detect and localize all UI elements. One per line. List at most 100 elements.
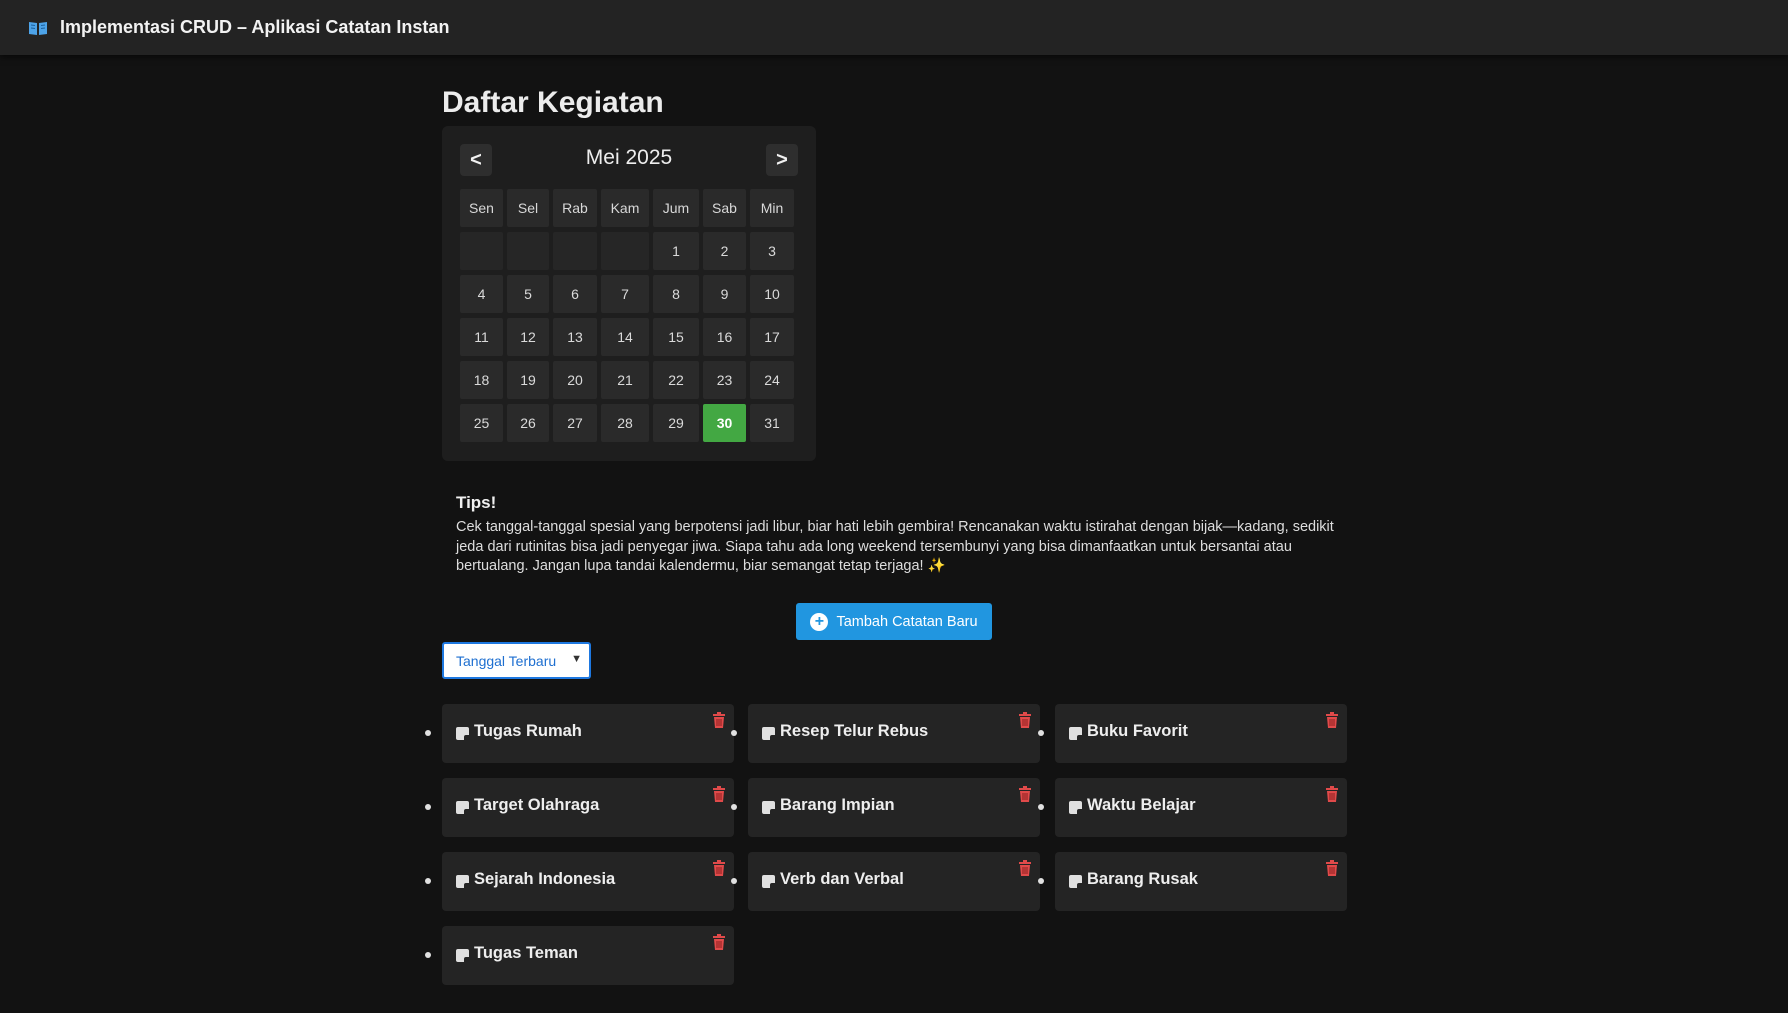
trash-icon[interactable] <box>1325 786 1339 802</box>
calendar-day[interactable]: 23 <box>703 361 746 399</box>
list-bullet <box>1038 804 1044 810</box>
list-bullet <box>1038 878 1044 884</box>
calendar-day[interactable]: 29 <box>653 404 699 442</box>
memo-icon <box>456 801 469 814</box>
note-title: Barang Rusak <box>1087 870 1198 888</box>
calendar-grid: Sen Sel Rab Kam Jum Sab Min 1 2 3 4 5 6 7 8 9 10 11 12 13 14… <box>460 189 794 442</box>
trash-icon[interactable] <box>712 934 726 950</box>
calendar-day[interactable]: 8 <box>653 275 699 313</box>
note-title: Target Olahraga <box>474 796 600 814</box>
calendar-day[interactable]: 22 <box>653 361 699 399</box>
note-title: Tugas Teman <box>474 944 578 962</box>
calendar-day[interactable]: 3 <box>750 232 794 270</box>
calendar-day[interactable]: 28 <box>601 404 649 442</box>
trash-icon[interactable] <box>1018 786 1032 802</box>
calendar-day-today[interactable]: 30 <box>703 404 746 442</box>
calendar-day[interactable]: 14 <box>601 318 649 356</box>
memo-icon <box>762 727 775 740</box>
note-title: Buku Favorit <box>1087 722 1188 740</box>
calendar-day[interactable]: 17 <box>750 318 794 356</box>
trash-icon[interactable] <box>712 712 726 728</box>
tips-title: Tips! <box>456 493 497 512</box>
note-card[interactable]: Tugas Teman <box>425 926 734 985</box>
note-title: Tugas Rumah <box>474 722 582 740</box>
note-card[interactable]: Verb dan Verbal <box>731 852 1040 911</box>
list-bullet <box>425 730 431 736</box>
note-card[interactable]: Resep Telur Rebus <box>731 704 1040 763</box>
calendar-day[interactable]: 15 <box>653 318 699 356</box>
memo-icon <box>456 727 469 740</box>
calendar-day[interactable]: 25 <box>460 404 503 442</box>
add-note-button[interactable]: + Tambah Catatan Baru <box>796 603 992 640</box>
tips-text: Cek tanggal-tanggal spesial yang berpote… <box>456 519 1334 574</box>
trash-icon[interactable] <box>1325 712 1339 728</box>
page-title: Daftar Kegiatan <box>442 86 664 119</box>
tips-box: Tips! Cek tanggal-tanggal spesial yang b… <box>456 493 1336 577</box>
calendar-day[interactable]: 19 <box>507 361 549 399</box>
note-card[interactable]: Barang Rusak <box>1038 852 1347 911</box>
calendar-day[interactable]: 11 <box>460 318 503 356</box>
sort-selected-value: Tanggal Terbaru <box>456 652 557 669</box>
note-card[interactable]: Target Olahraga <box>425 778 734 837</box>
calendar-day[interactable]: 21 <box>601 361 649 399</box>
note-title: Resep Telur Rebus <box>780 722 929 740</box>
calendar-empty-cell <box>553 232 597 270</box>
trash-icon[interactable] <box>712 860 726 876</box>
note-card[interactable]: Barang Impian <box>731 778 1040 837</box>
list-bullet <box>425 804 431 810</box>
list-bullet <box>1038 730 1044 736</box>
memo-icon <box>456 949 469 962</box>
note-card[interactable]: Tugas Rumah <box>425 704 734 763</box>
calendar-day[interactable]: 5 <box>507 275 549 313</box>
weekday-header: Sab <box>703 189 746 227</box>
trash-icon[interactable] <box>712 786 726 802</box>
weekday-header: Sel <box>507 189 549 227</box>
calendar-day[interactable]: 20 <box>553 361 597 399</box>
app-header: Implementasi CRUD – Aplikasi Catatan Ins… <box>0 0 1788 55</box>
note-card[interactable]: Sejarah Indonesia <box>425 852 734 911</box>
calendar-day[interactable]: 4 <box>460 275 503 313</box>
next-month-button[interactable]: > <box>766 144 798 176</box>
calendar-day[interactable]: 10 <box>750 275 794 313</box>
trash-icon[interactable] <box>1018 860 1032 876</box>
note-card[interactable]: Buku Favorit <box>1038 704 1347 763</box>
calendar-day[interactable]: 18 <box>460 361 503 399</box>
sort-select[interactable]: Tanggal Terbaru ▼ <box>442 642 591 679</box>
list-bullet <box>731 730 737 736</box>
calendar-day[interactable]: 16 <box>703 318 746 356</box>
memo-icon <box>762 875 775 888</box>
calendar-day[interactable]: 7 <box>601 275 649 313</box>
calendar-day[interactable]: 6 <box>553 275 597 313</box>
calendar-day[interactable]: 12 <box>507 318 549 356</box>
calendar-day[interactable]: 24 <box>750 361 794 399</box>
weekday-header: Sen <box>460 189 503 227</box>
list-bullet <box>425 878 431 884</box>
note-title: Verb dan Verbal <box>780 870 904 888</box>
calendar-empty-cell <box>460 232 503 270</box>
plus-circle-icon: + <box>810 612 829 631</box>
chevron-down-icon: ▼ <box>571 653 582 665</box>
memo-icon <box>1069 875 1082 888</box>
calendar-day[interactable]: 26 <box>507 404 549 442</box>
calendar-day[interactable]: 13 <box>553 318 597 356</box>
memo-icon <box>762 801 775 814</box>
calendar-day[interactable]: 31 <box>750 404 794 442</box>
list-bullet <box>731 878 737 884</box>
memo-icon <box>456 875 469 888</box>
trash-icon[interactable] <box>1018 712 1032 728</box>
calendar-day[interactable]: 27 <box>553 404 597 442</box>
calendar-empty-cell <box>507 232 549 270</box>
weekday-header: Kam <box>601 189 649 227</box>
note-title: Barang Impian <box>780 796 895 814</box>
note-title: Sejarah Indonesia <box>474 870 616 888</box>
weekday-header: Jum <box>653 189 699 227</box>
memo-icon <box>1069 801 1082 814</box>
weekday-header: Min <box>750 189 794 227</box>
calendar-day[interactable]: 9 <box>703 275 746 313</box>
note-card[interactable]: Waktu Belajar <box>1038 778 1347 837</box>
calendar-day[interactable]: 1 <box>653 232 699 270</box>
trash-icon[interactable] <box>1325 860 1339 876</box>
calendar-day[interactable]: 2 <box>703 232 746 270</box>
calendar: < Mei 2025 > Sen Sel Rab Kam Jum Sab Min 1 2 3 4 5 6… <box>442 126 816 461</box>
list-bullet <box>425 952 431 958</box>
